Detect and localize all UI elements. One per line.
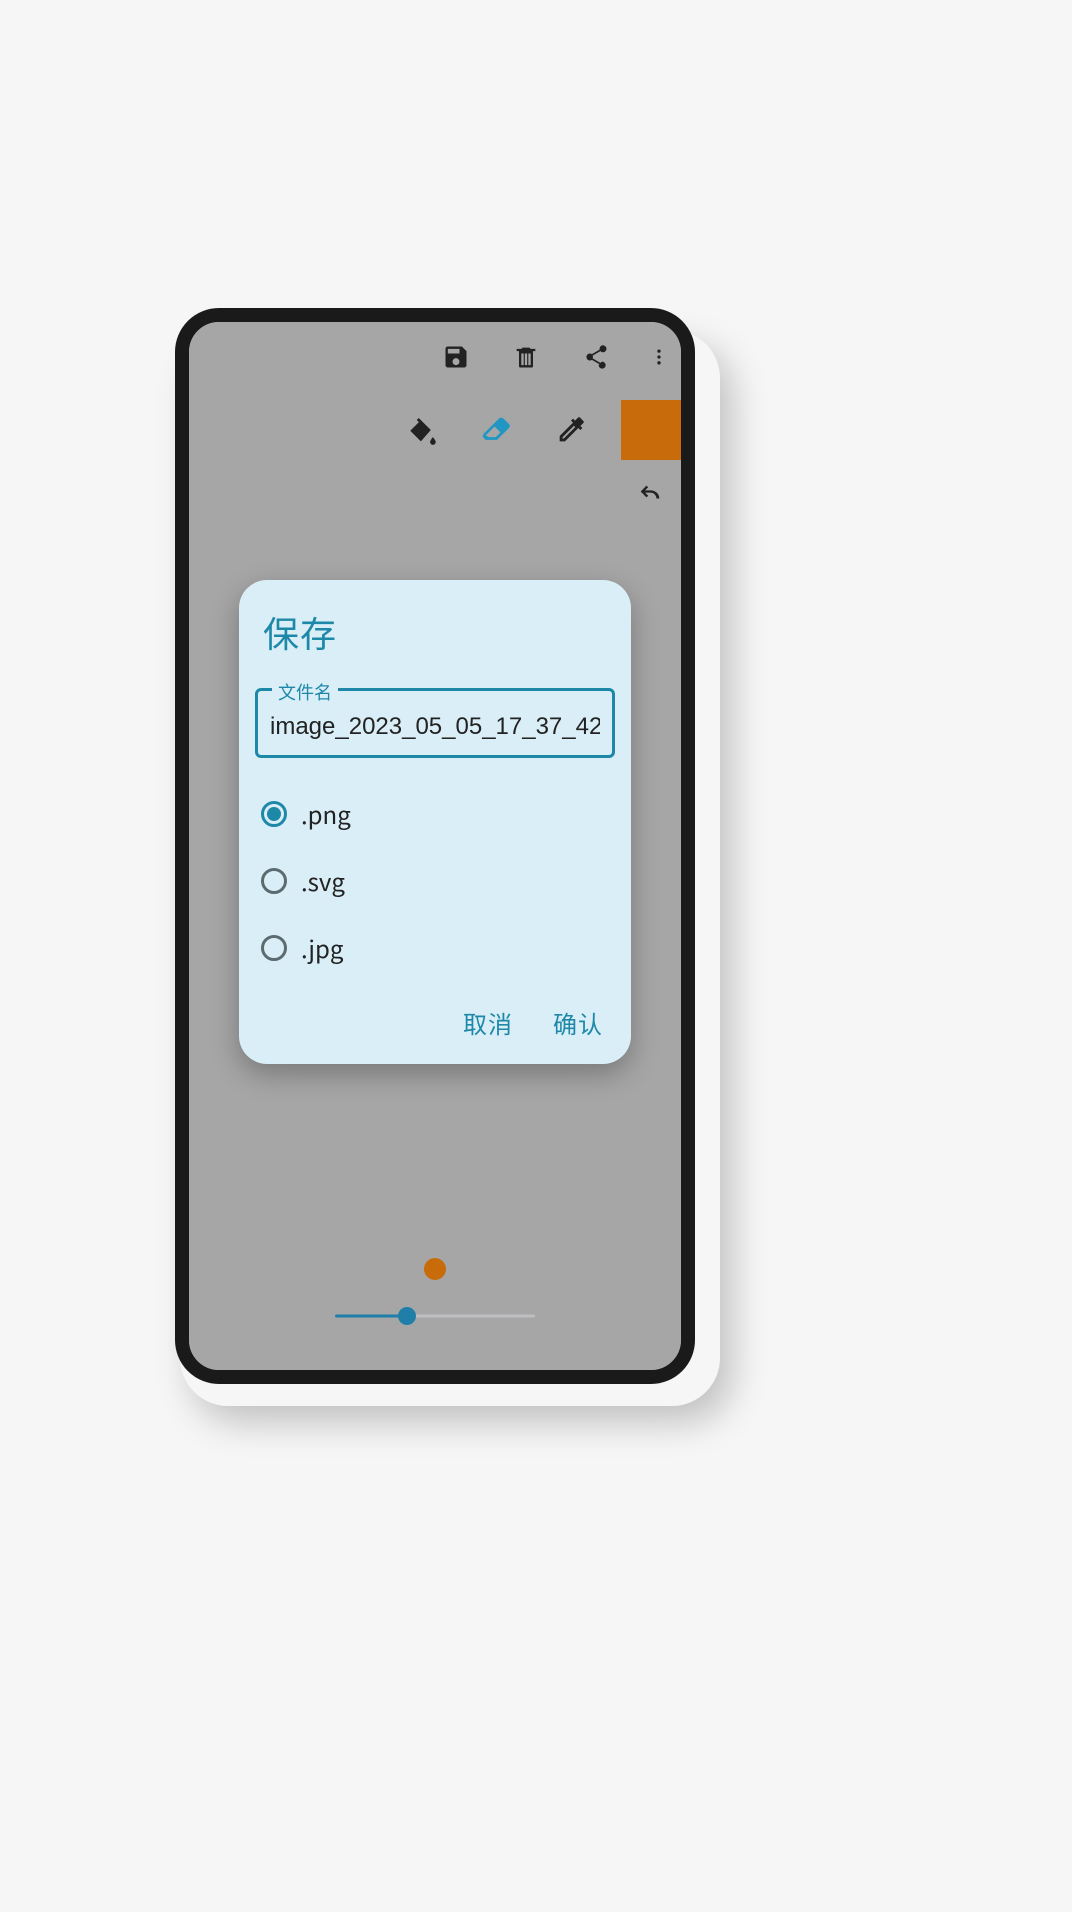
filename-label: 文件名 <box>272 679 338 705</box>
radio-icon <box>261 935 287 961</box>
format-label: .svg <box>301 863 345 898</box>
phone-frame: 保存 文件名 .png .svg .jpg <box>175 308 695 1384</box>
format-label: .jpg <box>301 930 343 965</box>
format-option-jpg[interactable]: .jpg <box>255 914 615 981</box>
format-option-png[interactable]: .png <box>255 780 615 847</box>
dialog-scrim[interactable]: 保存 文件名 .png .svg .jpg <box>189 322 681 1370</box>
confirm-button[interactable]: 确认 <box>553 1005 603 1040</box>
format-option-svg[interactable]: .svg <box>255 847 615 914</box>
radio-icon <box>261 801 287 827</box>
app-screen: 保存 文件名 .png .svg .jpg <box>189 322 681 1370</box>
filename-field[interactable]: 文件名 <box>255 688 615 758</box>
dialog-actions: 取消 确认 <box>255 1005 615 1050</box>
filename-input[interactable] <box>270 713 600 741</box>
cancel-button[interactable]: 取消 <box>463 1005 513 1040</box>
save-dialog: 保存 文件名 .png .svg .jpg <box>239 580 631 1064</box>
format-label: .png <box>301 796 351 831</box>
radio-icon <box>261 868 287 894</box>
dialog-title: 保存 <box>263 606 615 658</box>
